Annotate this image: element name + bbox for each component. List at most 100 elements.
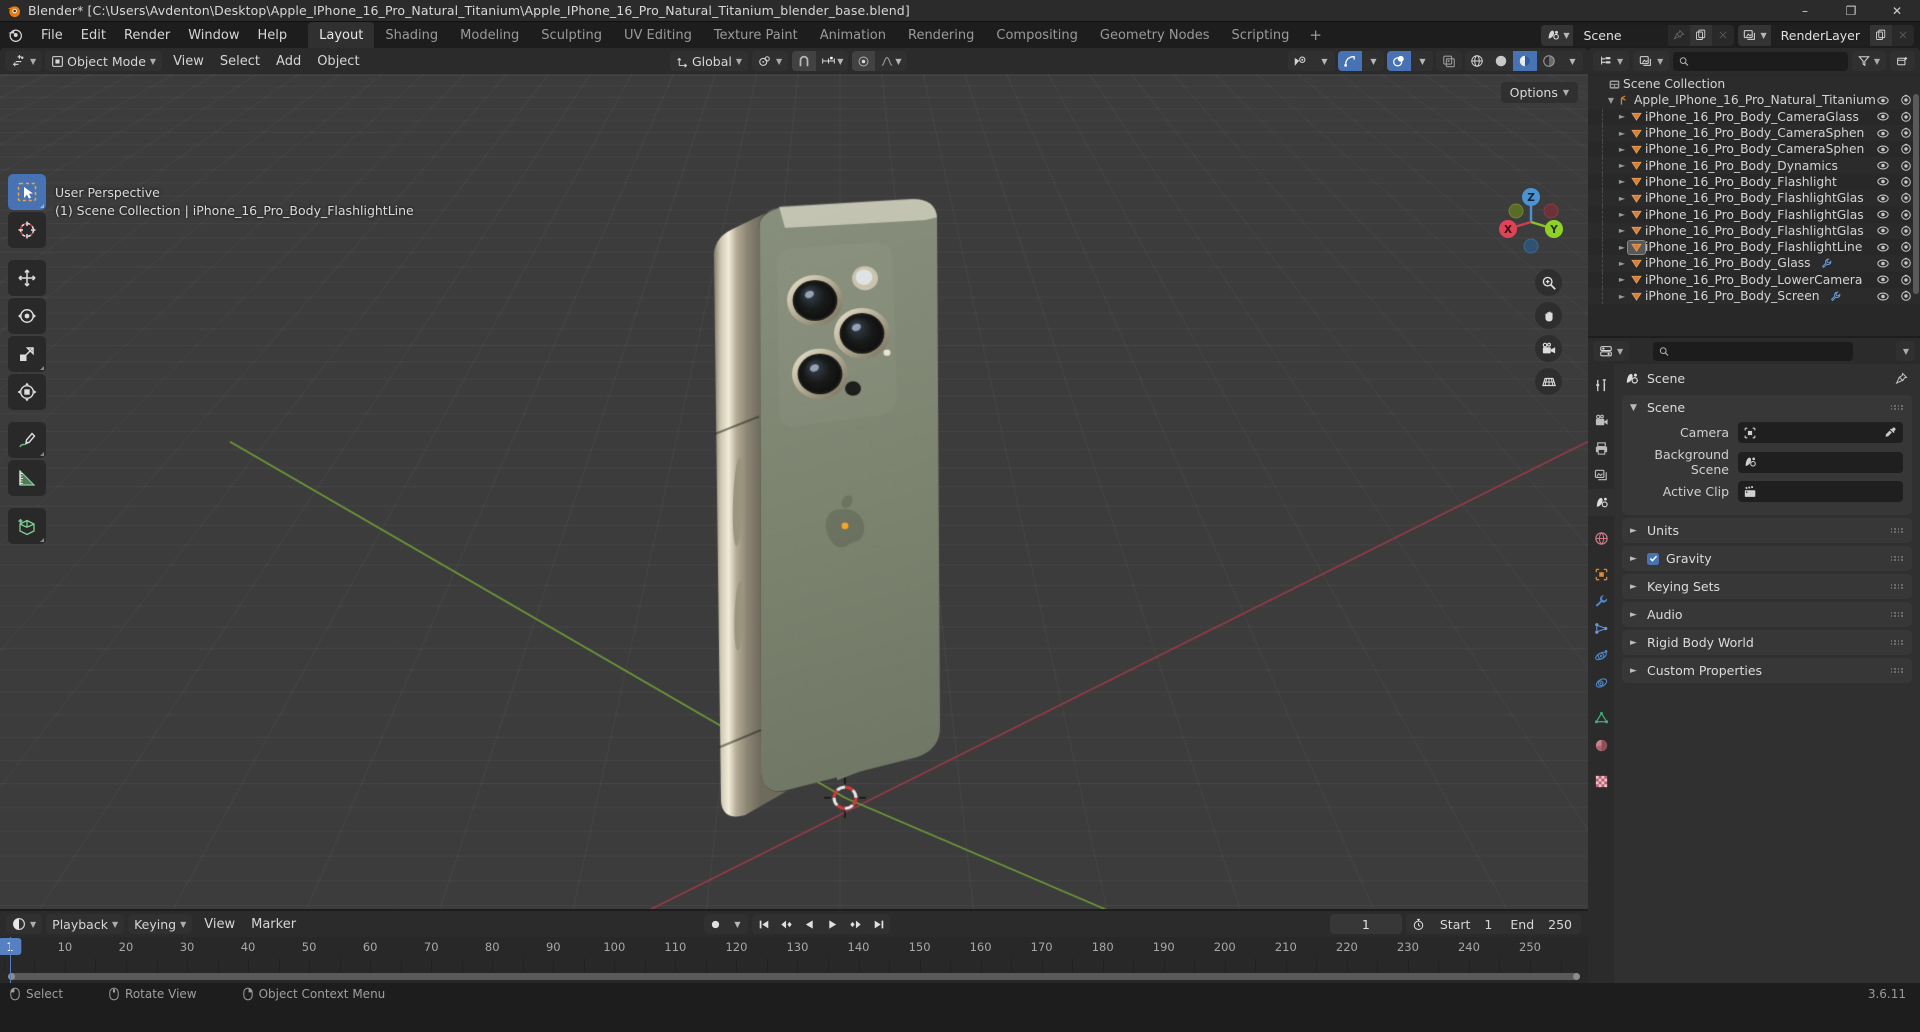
outliner-item-0[interactable]: ▼ Apple_IPhone_16_Pro_Natural_Titanium <box>1588 92 1920 108</box>
chevron-right-icon[interactable]: ► <box>1616 177 1628 186</box>
jump-to-prev-keyframe-button[interactable] <box>775 914 798 934</box>
outliner-item-4[interactable]: ► iPhone_16_Pro_Body_Dynamics <box>1588 157 1920 173</box>
timeline-ruler[interactable]: 10 20 30 40 50 60 70 80 90 100 110 120 130 140 150 160 1… <box>0 937 1588 958</box>
tab-scripting[interactable]: Scripting <box>1221 22 1301 48</box>
unlink-scene-button[interactable] <box>1712 25 1734 46</box>
hide-in-viewport-icon[interactable] <box>1877 242 1889 253</box>
viewport-menu-view[interactable]: View <box>165 52 212 71</box>
chevron-right-icon[interactable]: ► <box>1616 226 1628 235</box>
outliner-search-box[interactable] <box>1673 52 1848 71</box>
outliner-item-8[interactable]: ► iPhone_16_Pro_Body_FlashlightGlas <box>1588 223 1920 239</box>
mesh-object-icon[interactable] <box>1628 192 1645 205</box>
chevron-right-icon[interactable]: ► <box>1616 210 1628 219</box>
viewport-options-button[interactable]: Options ▼ <box>1501 82 1578 103</box>
timeline-scrollbar[interactable] <box>8 973 1580 980</box>
disable-in-render-icon[interactable] <box>1900 209 1912 221</box>
close-button[interactable]: ✕ <box>1874 0 1920 22</box>
properties-tab-texture[interactable] <box>1588 768 1614 795</box>
hide-in-viewport-icon[interactable] <box>1877 291 1889 302</box>
transform-orientation-selector[interactable]: Global ▼ <box>670 51 748 71</box>
timeline-scrollbar-right-knob[interactable] <box>1573 973 1580 980</box>
tool-annotate[interactable] <box>8 422 46 458</box>
blender-menu-icon[interactable] <box>6 26 24 44</box>
outliner-new-collection-button[interactable] <box>1890 51 1915 71</box>
timeline-menu-marker[interactable]: Marker <box>243 915 304 934</box>
properties-options-dropdown[interactable]: ▼ <box>1896 341 1915 361</box>
tab-sculpting[interactable]: Sculpting <box>530 22 613 48</box>
scene-selector[interactable]: ▼ Scene <box>1541 25 1734 46</box>
mesh-object-icon[interactable] <box>1628 175 1645 188</box>
shading-wireframe-button[interactable] <box>1465 51 1489 71</box>
show-overlays-toggle[interactable] <box>1387 51 1411 71</box>
chevron-right-icon[interactable]: ► <box>1616 194 1628 203</box>
timeline-body[interactable]: 10 20 30 40 50 60 70 80 90 100 110 120 130 140 150 160 1… <box>0 937 1588 983</box>
mesh-object-icon[interactable] <box>1628 143 1645 156</box>
properties-tab-physics[interactable] <box>1588 642 1614 669</box>
outliner-item-3[interactable]: ► iPhone_16_Pro_Body_CameraSphen <box>1588 141 1920 157</box>
properties-tab-view-layer[interactable] <box>1588 462 1614 489</box>
disable-in-render-icon[interactable] <box>1900 94 1912 106</box>
shading-rendered-button[interactable] <box>1537 51 1561 71</box>
outliner-item-7[interactable]: ► iPhone_16_Pro_Body_FlashlightGlas <box>1588 206 1920 222</box>
properties-tab-render[interactable] <box>1588 408 1614 435</box>
panel-header-audio[interactable]: ► Audio <box>1622 602 1912 627</box>
tool-measure[interactable] <box>8 460 46 496</box>
panel-header-gravity[interactable]: ► Gravity <box>1622 546 1912 571</box>
camera-view-icon[interactable] <box>1535 335 1562 362</box>
tab-compositing[interactable]: Compositing <box>985 22 1089 48</box>
collection-icon[interactable] <box>1617 94 1634 107</box>
timeline-playhead[interactable] <box>10 937 11 983</box>
camera-field[interactable] <box>1738 422 1903 443</box>
maximize-button[interactable]: ❐ <box>1828 0 1874 22</box>
outliner-item-11[interactable]: ► iPhone_16_Pro_Body_LowerCamera <box>1588 272 1920 288</box>
properties-tab-constraints[interactable] <box>1588 669 1614 696</box>
menu-edit[interactable]: Edit <box>72 25 115 46</box>
proportional-falloff-selector[interactable]: ▼ <box>875 51 906 71</box>
remove-viewlayer-button[interactable] <box>1892 25 1914 46</box>
properties-tab-particles[interactable] <box>1588 615 1614 642</box>
jump-to-next-keyframe-button[interactable] <box>844 914 867 934</box>
auto-keying-toggle[interactable] <box>704 914 726 934</box>
object-visibility-icon[interactable] <box>1288 51 1313 71</box>
zoom-view-icon[interactable] <box>1535 269 1562 296</box>
hide-in-viewport-icon[interactable] <box>1877 209 1889 220</box>
scene-datablock-icon[interactable]: ▼ <box>1541 25 1573 46</box>
tab-texture-paint[interactable]: Texture Paint <box>703 22 809 48</box>
outliner-item-2[interactable]: ► iPhone_16_Pro_Body_CameraSphen <box>1588 125 1920 141</box>
disable-in-render-icon[interactable] <box>1900 160 1912 172</box>
tool-select-box[interactable] <box>8 174 46 210</box>
viewlayer-selector[interactable]: ▼ RenderLayer <box>1738 25 1914 46</box>
properties-search-input[interactable] <box>1674 344 1847 358</box>
current-frame-field[interactable]: 1 <box>1330 914 1402 934</box>
hide-in-viewport-icon[interactable] <box>1877 274 1889 285</box>
start-frame-field[interactable]: Start 1 <box>1431 914 1502 934</box>
tool-scale[interactable] <box>8 336 46 372</box>
menu-file[interactable]: File <box>32 25 72 46</box>
timeline-editor-type-button[interactable]: ▼ <box>6 914 42 934</box>
mesh-object-icon[interactable] <box>1628 241 1645 254</box>
gizmo-dropdown[interactable]: ▼ <box>1362 51 1384 71</box>
background-scene-field[interactable] <box>1738 452 1903 473</box>
tab-animation[interactable]: Animation <box>809 22 897 48</box>
disable-in-render-icon[interactable] <box>1900 225 1912 237</box>
toggle-xray-button[interactable] <box>1436 51 1462 71</box>
properties-tab-material[interactable] <box>1588 732 1614 759</box>
proportional-edit-toggle[interactable] <box>852 51 875 71</box>
outliner-filter-button[interactable]: ▼ <box>1852 51 1886 71</box>
pan-view-icon[interactable] <box>1535 302 1562 329</box>
snap-magnet-toggle[interactable] <box>792 51 816 71</box>
properties-tab-scene[interactable] <box>1588 489 1614 516</box>
panel-header-custom-properties[interactable]: ► Custom Properties <box>1622 658 1912 683</box>
outliner-item-9[interactable]: ► iPhone_16_Pro_Body_FlashlightLine <box>1588 239 1920 255</box>
playback-popover-button[interactable]: Playback ▼ <box>46 914 124 934</box>
viewport-3d[interactable]: User Perspective (1) Scene Collection | … <box>0 74 1588 909</box>
jump-to-end-button[interactable] <box>867 914 890 934</box>
outliner-item-12[interactable]: ► iPhone_16_Pro_Body_Screen <box>1588 288 1920 304</box>
hide-in-viewport-icon[interactable] <box>1877 111 1889 122</box>
shading-dropdown[interactable]: ▼ <box>1561 51 1583 71</box>
pin-properties-icon[interactable] <box>1895 372 1908 385</box>
menu-render[interactable]: Render <box>115 25 179 46</box>
panel-header-rigid-body-world[interactable]: ► Rigid Body World <box>1622 630 1912 655</box>
tab-layout[interactable]: Layout <box>308 22 374 48</box>
toggle-ortho-grid-icon[interactable] <box>1535 368 1562 395</box>
